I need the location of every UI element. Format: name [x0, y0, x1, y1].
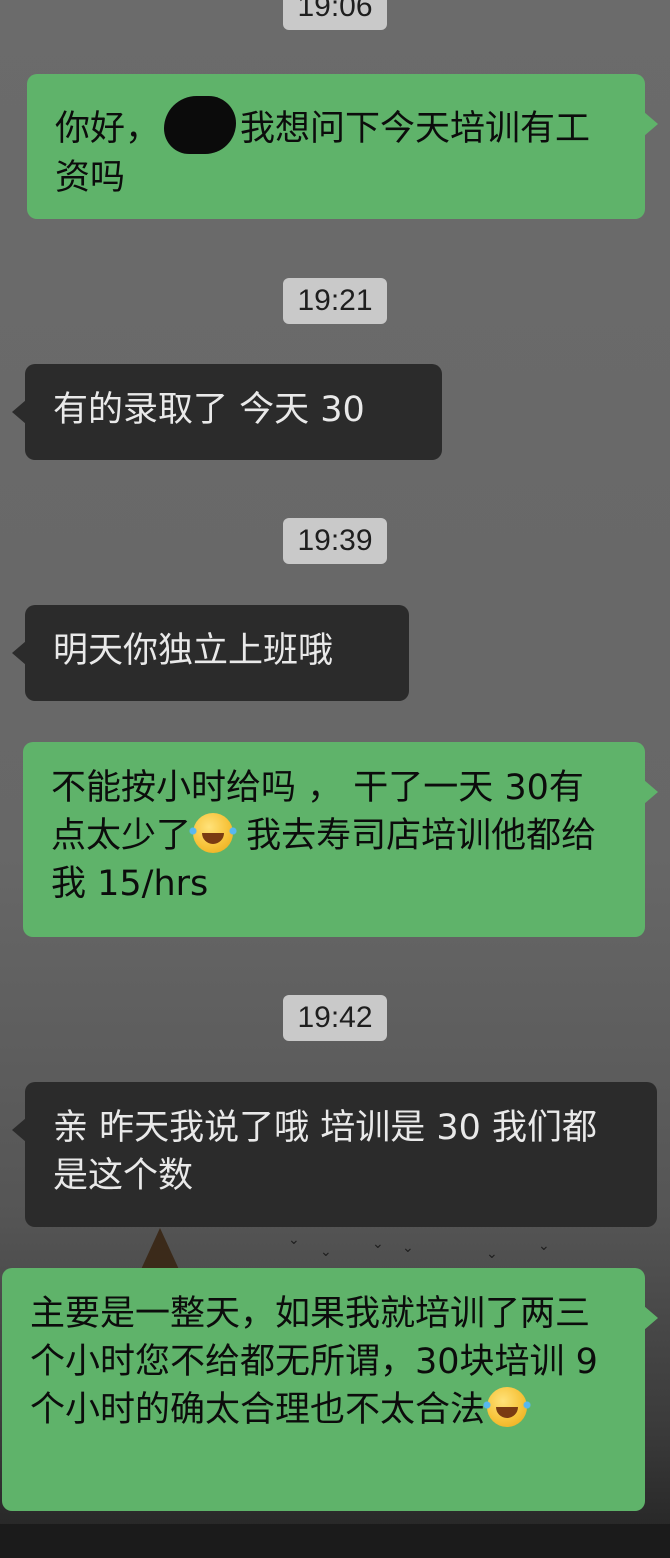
- timestamp-label: 19:42: [283, 995, 387, 1041]
- treeline-silhouette: [0, 1524, 670, 1558]
- timestamp: 19:06: [0, 0, 670, 30]
- timestamp: 19:42: [0, 995, 670, 1041]
- timestamp: 19:21: [0, 278, 670, 324]
- tears-of-joy-icon: [483, 1387, 532, 1427]
- bird-silhouette: ⌄: [320, 1244, 332, 1260]
- incoming-message-bubble[interactable]: 亲 昨天我说了哦 培训是 30 我们都是这个数: [12, 1082, 657, 1227]
- bird-silhouette: ⌄: [402, 1240, 414, 1256]
- message-text: 有的录取了 今天 30: [53, 390, 365, 430]
- timestamp-label: 19:21: [283, 278, 387, 324]
- timestamp-label: 19:06: [283, 0, 387, 30]
- bird-silhouette: ⌄: [372, 1236, 384, 1252]
- timestamp: 19:39: [0, 518, 670, 564]
- incoming-message-bubble[interactable]: 明天你独立上班哦: [12, 605, 409, 701]
- message-text: 明天你独立上班哦: [53, 631, 334, 671]
- bird-silhouette: ⌄: [538, 1238, 550, 1254]
- timestamp-label: 19:39: [283, 518, 387, 564]
- outgoing-message-bubble[interactable]: 你好， 我想问下今天培训有工资吗: [27, 74, 658, 219]
- bird-silhouette: ⌄: [486, 1246, 498, 1262]
- bird-silhouette: ⌄: [288, 1232, 300, 1248]
- tears-of-joy-icon: [189, 813, 238, 853]
- incoming-message-bubble[interactable]: 有的录取了 今天 30: [12, 364, 442, 460]
- outgoing-message-bubble[interactable]: 不能按小时给吗 ， 干了一天 30有点太少了 我去寿司店培训他都给我 15/hr…: [23, 742, 658, 937]
- chat-view: 19:06 你好， 我想问下今天培训有工资吗 19:21 有的录取了 今天 30 …: [0, 0, 670, 1558]
- outgoing-message-bubble[interactable]: 主要是一整天，如果我就培训了两三个小时您不给都无所谓，30块培训 9 个小时的确…: [2, 1268, 658, 1511]
- message-text: 亲 昨天我说了哦 培训是 30 我们都是这个数: [53, 1108, 598, 1196]
- message-text: 你好，: [55, 109, 161, 149]
- redacted-name-mark: [164, 96, 237, 154]
